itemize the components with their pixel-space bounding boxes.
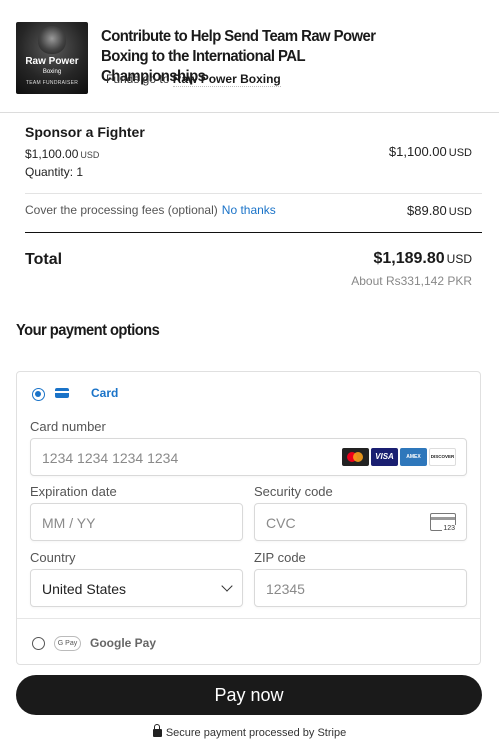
divider (25, 193, 482, 194)
amex-icon: AMEX (400, 448, 427, 466)
cvc-placeholder: CVC (266, 515, 296, 531)
processing-fees-row: Cover the processing fees (optional) No t… (25, 203, 473, 217)
payment-options-heading: Your payment options (16, 322, 160, 339)
lock-icon (152, 724, 162, 737)
total-divider (25, 232, 482, 233)
logo-text-tag: TEAM FUNDRAISER (25, 80, 79, 86)
visa-icon: VISA (371, 448, 398, 466)
country-select[interactable]: United States (30, 569, 243, 607)
google-pay-icon: G Pay (54, 636, 81, 651)
campaign-header: Raw Power Boxing TEAM FUNDRAISER Contrib… (0, 0, 499, 113)
item-name: Sponsor a Fighter (25, 124, 145, 140)
logo-text-main: Raw Power (25, 56, 79, 67)
line-total-value: $1,100.00 (388, 144, 447, 159)
divider (17, 618, 480, 619)
chevron-down-icon (221, 580, 233, 592)
zip-placeholder: 12345 (266, 581, 305, 597)
card-radio[interactable] (32, 388, 45, 401)
campaign-logo: Raw Power Boxing TEAM FUNDRAISER (16, 22, 88, 94)
line-total-currency: USD (448, 147, 472, 159)
cvc-card-icon: 123 (430, 513, 456, 532)
cvc-icon-text: 123 (442, 525, 456, 532)
secure-payment-note: Secure payment processed by Stripe (0, 724, 499, 739)
funds-prefix: Funds go to (106, 72, 170, 86)
google-pay-radio[interactable] (32, 637, 45, 650)
item-quantity: Quantity: 1 (25, 165, 84, 179)
credit-card-icon (55, 388, 69, 398)
fees-label: Cover the processing fees (optional) (25, 203, 218, 217)
total-currency: USD (446, 252, 472, 266)
expiry-label: Expiration date (30, 484, 117, 499)
security-code-input[interactable]: CVC 123 (254, 503, 467, 541)
unit-price-currency: USD (80, 150, 100, 160)
funds-recipient-line: Funds go to Raw Power Boxing (106, 72, 281, 87)
card-option-label[interactable]: Card (91, 386, 118, 400)
recipient-name[interactable]: Raw Power Boxing (172, 72, 281, 87)
total-local-currency: About Rs331,142 PKR (351, 274, 472, 288)
expiry-placeholder: MM / YY (42, 515, 96, 531)
expiry-input[interactable]: MM / YY (30, 503, 243, 541)
zip-input[interactable]: 12345 (254, 569, 467, 607)
item-line-total: $1,100.00 USD (389, 144, 472, 159)
card-number-label: Card number (30, 419, 106, 434)
fees-currency: USD (448, 206, 472, 218)
zip-label: ZIP code (254, 550, 306, 565)
gorilla-icon (38, 26, 66, 54)
fees-amount-value: $89.80 (407, 203, 447, 218)
discover-icon: DISCOVER (429, 448, 456, 466)
pay-now-button[interactable]: Pay now (16, 675, 482, 715)
total-amount: $1,189.80 USD (373, 250, 472, 268)
google-pay-label[interactable]: Google Pay (90, 636, 156, 650)
card-number-placeholder: 1234 1234 1234 1234 (42, 450, 179, 466)
secure-text: Secure payment processed by Stripe (165, 727, 347, 739)
logo-text-sub: Boxing (42, 69, 62, 75)
unit-price-value: $1,100.00 (25, 147, 79, 161)
security-code-label: Security code (254, 484, 333, 499)
mastercard-icon (342, 448, 369, 466)
country-value: United States (42, 581, 127, 597)
no-thanks-link[interactable]: No thanks (222, 203, 276, 217)
card-number-input[interactable]: 1234 1234 1234 1234 VISA AMEX DISCOVER (30, 438, 467, 476)
total-label: Total (25, 251, 63, 268)
total-amount-value: $1,189.80 (373, 250, 445, 267)
fees-amount: $89.80 USD (407, 203, 472, 218)
payment-methods-box: Card Card number 1234 1234 1234 1234 VIS… (16, 371, 481, 665)
country-label: Country (30, 550, 76, 565)
